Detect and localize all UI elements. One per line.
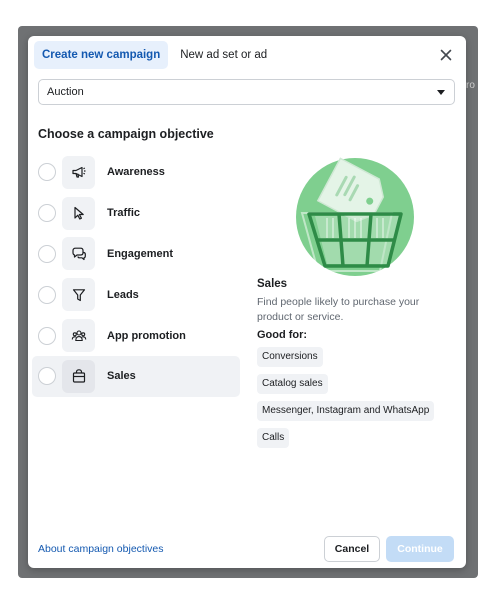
background-ghost-text: ro bbox=[466, 80, 475, 91]
cursor-icon bbox=[62, 196, 95, 230]
objective-radio[interactable] bbox=[38, 204, 56, 223]
chip-conversions: Conversions bbox=[257, 347, 323, 367]
objective-detail-panel: Sales Find people likely to purchase you… bbox=[257, 278, 457, 341]
objective-list: Awareness Traffic Engagement Leads App p… bbox=[32, 152, 240, 397]
objective-radio[interactable] bbox=[38, 244, 56, 263]
detail-title: Sales bbox=[257, 278, 288, 290]
objective-radio[interactable] bbox=[38, 326, 56, 345]
good-for-chips: Conversions Catalog sales Messenger, Ins… bbox=[257, 346, 462, 454]
chevron-down-icon bbox=[437, 90, 445, 95]
objective-radio[interactable] bbox=[38, 367, 56, 386]
good-for-label: Good for: bbox=[257, 329, 308, 341]
close-icon[interactable] bbox=[438, 47, 454, 63]
objective-option-traffic[interactable]: Traffic bbox=[32, 193, 240, 234]
chip-calls: Calls bbox=[257, 428, 290, 448]
objective-heading: Choose a campaign objective bbox=[38, 127, 214, 141]
objective-label: App promotion bbox=[107, 329, 186, 342]
people-icon bbox=[62, 319, 95, 353]
sales-illustration bbox=[291, 154, 417, 276]
buying-type-select[interactable]: Auction bbox=[38, 79, 455, 105]
buying-type-value: Auction bbox=[47, 86, 84, 98]
chat-bubbles-icon bbox=[62, 237, 95, 271]
cancel-button[interactable]: Cancel bbox=[324, 536, 380, 562]
objective-option-app-promotion[interactable]: App promotion bbox=[32, 315, 240, 356]
objective-label: Leads bbox=[107, 288, 139, 301]
objective-label: Traffic bbox=[107, 207, 141, 220]
continue-button[interactable]: Continue bbox=[386, 536, 454, 562]
chip-catalog-sales: Catalog sales bbox=[257, 374, 328, 394]
objective-label: Awareness bbox=[107, 166, 165, 179]
objective-option-awareness[interactable]: Awareness bbox=[32, 152, 240, 193]
about-campaign-objectives-link[interactable]: About campaign objectives bbox=[38, 543, 164, 555]
objective-label: Sales bbox=[107, 370, 136, 383]
shopping-bag-icon bbox=[62, 359, 95, 393]
detail-description: Find people likely to purchase your prod… bbox=[257, 296, 420, 323]
chip-messaging: Messenger, Instagram and WhatsApp bbox=[257, 401, 435, 421]
create-campaign-dialog: Create new campaign New ad set or ad Auc… bbox=[28, 36, 466, 568]
objective-label: Engagement bbox=[107, 247, 174, 260]
funnel-icon bbox=[62, 278, 95, 312]
dialog-tabs: Create new campaign New ad set or ad bbox=[34, 41, 275, 69]
objective-option-sales[interactable]: Sales bbox=[32, 355, 240, 397]
tab-new-ad-set-or-ad[interactable]: New ad set or ad bbox=[172, 41, 275, 69]
tab-create-new-campaign[interactable]: Create new campaign bbox=[34, 41, 169, 69]
objective-radio[interactable] bbox=[38, 285, 56, 304]
objective-radio[interactable] bbox=[38, 163, 56, 182]
objective-option-leads[interactable]: Leads bbox=[32, 274, 240, 315]
megaphone-icon bbox=[62, 155, 95, 189]
objective-option-engagement[interactable]: Engagement bbox=[32, 234, 240, 275]
